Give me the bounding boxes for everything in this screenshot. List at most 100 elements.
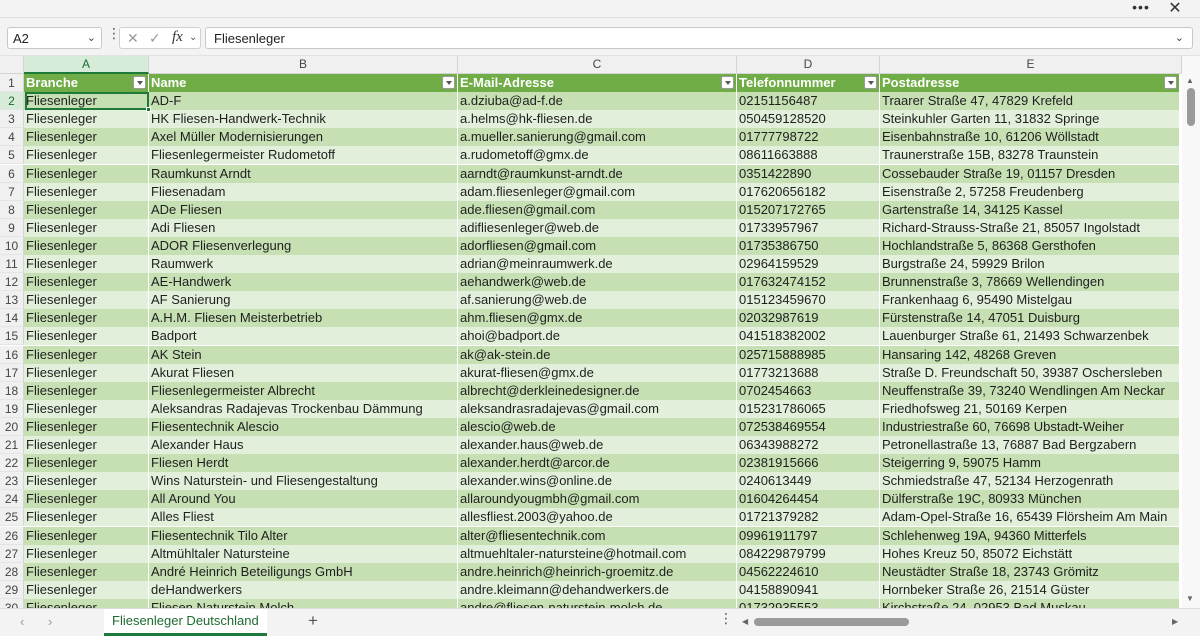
table-cell-phone[interactable]: 01773213688: [737, 363, 880, 382]
table-cell-phone[interactable]: 0702454663: [737, 381, 880, 400]
next-sheet-icon[interactable]: ›: [48, 614, 52, 629]
row-header[interactable]: 3: [0, 110, 24, 129]
table-cell-phone[interactable]: 015123459670: [737, 291, 880, 310]
table-cell-email[interactable]: albrecht@derkleinedesigner.de: [458, 381, 737, 400]
row-header[interactable]: 27: [0, 544, 24, 563]
table-header-branche[interactable]: Branche: [24, 74, 149, 93]
table-header-phone[interactable]: Telefonnummer: [737, 74, 880, 93]
column-header-b[interactable]: B: [149, 56, 458, 74]
filter-dropdown-icon[interactable]: [721, 76, 734, 89]
table-cell-address[interactable]: Industriestraße 60, 76698 Ubstadt-Weiher: [880, 417, 1180, 436]
chevron-down-icon[interactable]: ⌄: [189, 32, 197, 43]
select-all-corner[interactable]: [0, 56, 24, 74]
table-cell-name[interactable]: Fliesenadam: [149, 182, 458, 201]
row-header[interactable]: 8: [0, 200, 24, 219]
table-cell-phone[interactable]: 041518382002: [737, 327, 880, 346]
table-cell-name[interactable]: AK Stein: [149, 345, 458, 364]
table-cell-address[interactable]: Hornbeker Straße 26, 21514 Güster: [880, 580, 1180, 599]
table-cell-email[interactable]: alexander.wins@online.de: [458, 472, 737, 491]
cancel-icon[interactable]: ✕: [127, 30, 139, 47]
table-cell-email[interactable]: alexander.haus@web.de: [458, 436, 737, 455]
column-header-d[interactable]: D: [737, 56, 880, 74]
row-header[interactable]: 16: [0, 345, 24, 364]
table-cell-branche[interactable]: Fliesenleger: [24, 345, 149, 364]
table-cell-branche[interactable]: Fliesenleger: [24, 580, 149, 599]
row-header[interactable]: 29: [0, 580, 24, 599]
table-cell-branche[interactable]: Fliesenleger: [24, 363, 149, 382]
table-cell-email[interactable]: alter@fliesentechnik.com: [458, 526, 737, 545]
vertical-dots-icon[interactable]: ⋮: [107, 26, 121, 48]
table-cell-branche[interactable]: Fliesenleger: [24, 399, 149, 418]
scroll-down-icon[interactable]: ▼: [1186, 594, 1194, 603]
row-header[interactable]: 4: [0, 128, 24, 147]
table-cell-address[interactable]: Steigerring 9, 59075 Hamm: [880, 454, 1180, 473]
table-cell-address[interactable]: Traarer Straße 47, 47829 Krefeld: [880, 92, 1180, 111]
expand-formula-icon[interactable]: ⌄: [1175, 31, 1184, 44]
table-cell-branche[interactable]: Fliesenleger: [24, 255, 149, 274]
table-cell-name[interactable]: Wins Naturstein- und Fliesengestaltung: [149, 472, 458, 491]
insert-function-icon[interactable]: fx: [172, 29, 183, 46]
column-header-c[interactable]: C: [458, 56, 737, 74]
table-cell-address[interactable]: Steinkuhler Garten 11, 31832 Springe: [880, 110, 1180, 129]
table-cell-email[interactable]: a.dziuba@ad-f.de: [458, 92, 737, 111]
table-cell-phone[interactable]: 015207172765: [737, 200, 880, 219]
table-cell-email[interactable]: akurat-fliesen@gmx.de: [458, 363, 737, 382]
table-cell-name[interactable]: Akurat Fliesen: [149, 363, 458, 382]
table-cell-address[interactable]: Traunerstraße 15B, 83278 Traunstein: [880, 146, 1180, 165]
table-cell-email[interactable]: ahm.fliesen@gmx.de: [458, 309, 737, 328]
row-header[interactable]: 18: [0, 381, 24, 400]
table-cell-phone[interactable]: 050459128520: [737, 110, 880, 129]
table-cell-branche[interactable]: Fliesenleger: [24, 526, 149, 545]
table-cell-phone[interactable]: 09961911797: [737, 526, 880, 545]
table-cell-address[interactable]: Gartenstraße 14, 34125 Kassel: [880, 200, 1180, 219]
vertical-dots-icon[interactable]: ⋮: [719, 611, 733, 625]
table-cell-email[interactable]: aehandwerk@web.de: [458, 273, 737, 292]
enter-icon[interactable]: ✓: [149, 30, 161, 47]
table-cell-email[interactable]: adifliesenleger@web.de: [458, 218, 737, 237]
scroll-up-icon[interactable]: ▲: [1186, 76, 1194, 85]
table-cell-branche[interactable]: Fliesenleger: [24, 182, 149, 201]
table-cell-email[interactable]: a.rudometoff@gmx.de: [458, 146, 737, 165]
table-cell-phone[interactable]: 02964159529: [737, 255, 880, 274]
chevron-down-icon[interactable]: ⌄: [87, 31, 96, 44]
table-cell-phone[interactable]: 01604264454: [737, 490, 880, 509]
scroll-right-icon[interactable]: ▶: [1172, 617, 1178, 626]
table-cell-branche[interactable]: Fliesenleger: [24, 381, 149, 400]
table-cell-branche[interactable]: Fliesenleger: [24, 164, 149, 183]
row-header[interactable]: 6: [0, 164, 24, 183]
table-cell-branche[interactable]: Fliesenleger: [24, 562, 149, 581]
table-cell-name[interactable]: HK Fliesen-Handwerk-Technik: [149, 110, 458, 129]
row-header[interactable]: 5: [0, 146, 24, 165]
table-cell-branche[interactable]: Fliesenleger: [24, 309, 149, 328]
table-cell-name[interactable]: AE-Handwerk: [149, 273, 458, 292]
fill-handle[interactable]: [146, 107, 151, 112]
table-cell-name[interactable]: Axel Müller Modernisierungen: [149, 128, 458, 147]
row-header[interactable]: 23: [0, 472, 24, 491]
table-cell-address[interactable]: Schlehenweg 19A, 94360 Mitterfels: [880, 526, 1180, 545]
row-header[interactable]: 1: [0, 74, 24, 93]
table-cell-branche[interactable]: Fliesenleger: [24, 273, 149, 292]
table-cell-address[interactable]: Dülferstraße 19C, 80933 München: [880, 490, 1180, 509]
table-cell-phone[interactable]: 02032987619: [737, 309, 880, 328]
table-cell-address[interactable]: Neuffenstraße 39, 73240 Wendlingen Am Ne…: [880, 381, 1180, 400]
table-cell-name[interactable]: Fliesentechnik Tilo Alter: [149, 526, 458, 545]
table-cell-email[interactable]: adorfliesen@gmail.com: [458, 236, 737, 255]
table-cell-phone[interactable]: 015231786065: [737, 399, 880, 418]
table-cell-name[interactable]: Fliesentechnik Alescio: [149, 417, 458, 436]
row-header[interactable]: 22: [0, 454, 24, 473]
table-cell-phone[interactable]: 04562224610: [737, 562, 880, 581]
table-cell-email[interactable]: alescio@web.de: [458, 417, 737, 436]
horizontal-scroll-thumb[interactable]: [754, 618, 909, 626]
row-header[interactable]: 15: [0, 327, 24, 346]
table-cell-phone[interactable]: 017632474152: [737, 273, 880, 292]
row-header[interactable]: 26: [0, 526, 24, 545]
table-cell-phone[interactable]: 08611663888: [737, 146, 880, 165]
add-sheet-icon[interactable]: +: [308, 611, 318, 631]
row-header[interactable]: 24: [0, 490, 24, 509]
table-cell-address[interactable]: Burgstraße 24, 59929 Brilon: [880, 255, 1180, 274]
vertical-scroll-thumb[interactable]: [1187, 88, 1195, 126]
vertical-scrollbar[interactable]: ▲ ▼: [1182, 56, 1200, 608]
row-header[interactable]: 11: [0, 255, 24, 274]
table-cell-branche[interactable]: Fliesenleger: [24, 236, 149, 255]
row-header[interactable]: 17: [0, 363, 24, 382]
